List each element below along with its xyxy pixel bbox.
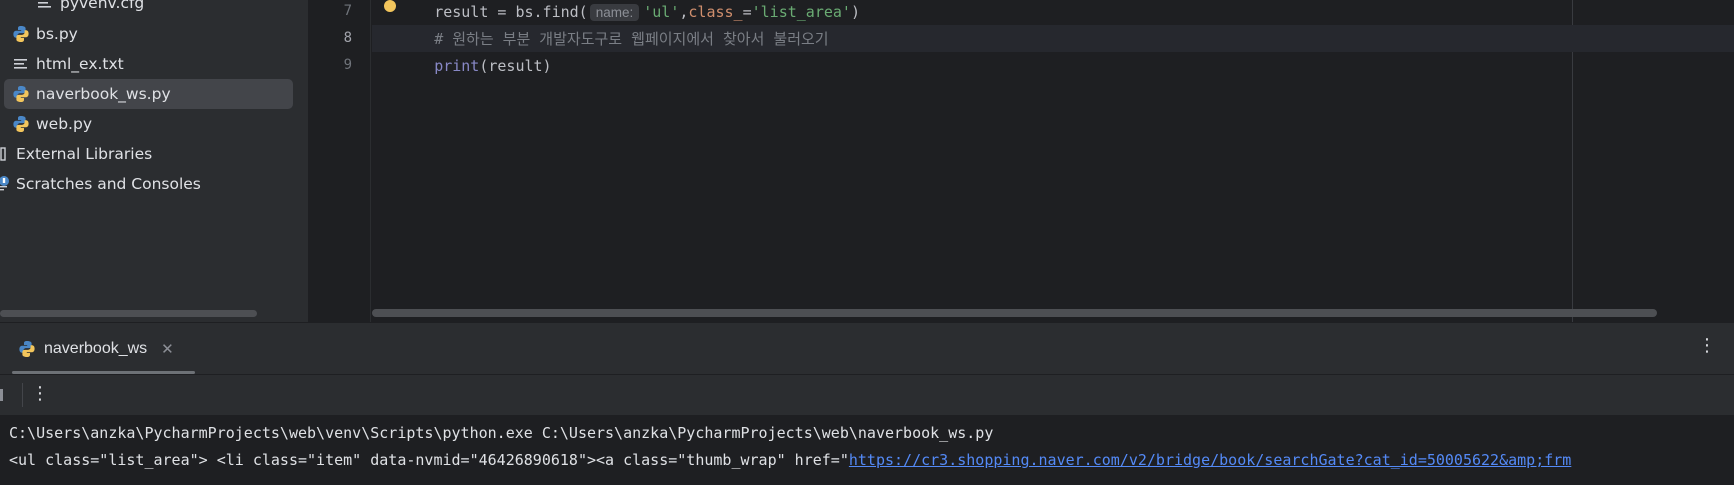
tree-item-web-py[interactable]: web.py — [12, 109, 92, 139]
line-number-gutter: 7 8 9 — [308, 0, 371, 322]
console-output[interactable]: C:\Users\anzka\PycharmProjects\web\venv\… — [0, 415, 1734, 485]
tree-item-label: web.py — [36, 115, 92, 133]
toolbar-more-icon[interactable]: ⋮ — [31, 383, 49, 404]
code-line-9[interactable]: print(result) — [372, 52, 1734, 79]
console-link[interactable]: https://cr3.shopping.naver.com/v2/bridge… — [849, 451, 1571, 469]
run-tab-bar: naverbook_ws ✕ ⋮ — [0, 323, 1734, 374]
code-text: (result) — [479, 56, 552, 75]
tree-item-naverbook-ws-py[interactable]: naverbook_ws.py — [4, 79, 293, 109]
text-file-icon — [38, 2, 51, 8]
project-tree: pyvenv.cfg bs.py html_ex.txt naverbook_w… — [0, 0, 308, 322]
tree-item-external-libraries[interactable]: External Libraries — [0, 139, 152, 169]
python-file-icon — [19, 341, 35, 357]
python-file-icon — [13, 116, 29, 132]
text-file-icon — [14, 59, 27, 69]
builtin-function: print — [434, 56, 480, 75]
line-number-current: 8 — [343, 30, 352, 46]
run-tab-naverbook-ws[interactable]: naverbook_ws ✕ — [18, 329, 174, 369]
console-text: <ul class="list_area"> <li class="item" … — [9, 451, 849, 469]
line-number: 9 — [343, 57, 352, 73]
tree-item-label: pyvenv.cfg — [60, 0, 145, 12]
run-tool-window: naverbook_ws ✕ ⋮ ⋮ C:\Users\anzka\Pychar… — [0, 322, 1734, 485]
tree-item-html-ex-txt[interactable]: html_ex.txt — [12, 49, 124, 79]
editor-horizontal-scrollbar[interactable] — [372, 309, 1657, 317]
run-tab-label: naverbook_ws — [44, 340, 148, 357]
more-options-icon[interactable]: ⋮ — [1698, 335, 1716, 356]
tree-item-label: External Libraries — [16, 145, 153, 163]
console-line-output: <ul class="list_area"> <li class="item" … — [9, 451, 1571, 469]
tree-item-label: bs.py — [36, 25, 78, 43]
tree-item-label: naverbook_ws.py — [36, 85, 171, 103]
console-line-command: C:\Users\anzka\PycharmProjects\web\venv\… — [9, 424, 994, 442]
toolbar-stop-icon[interactable] — [0, 389, 3, 401]
scratches-icon — [0, 176, 9, 191]
line-number: 7 — [343, 3, 352, 19]
tree-item-scratches-and-consoles[interactable]: Scratches and Consoles — [0, 169, 201, 199]
close-icon[interactable]: ✕ — [161, 340, 174, 358]
tree-item-label: Scratches and Consoles — [16, 175, 201, 193]
tree-item-bs-py[interactable]: bs.py — [12, 19, 78, 49]
tree-horizontal-scrollbar[interactable] — [0, 310, 257, 317]
run-toolbar: ⋮ — [0, 374, 1734, 416]
toolbar-separator — [22, 383, 23, 407]
tree-item-pyvenv-cfg[interactable]: pyvenv.cfg — [36, 0, 144, 16]
library-icon — [0, 147, 6, 161]
python-file-icon — [13, 26, 29, 42]
code-editor[interactable]: 7 8 9 result = bs.find(name:'ul',class_=… — [308, 0, 1734, 322]
code-line-8[interactable]: # 원하는 부분 개발자도구로 웹페이지에서 찾아서 불러오기 — [372, 25, 1734, 52]
code-text: ) — [850, 2, 860, 21]
python-file-icon — [13, 86, 29, 102]
tree-item-label: html_ex.txt — [36, 55, 124, 73]
